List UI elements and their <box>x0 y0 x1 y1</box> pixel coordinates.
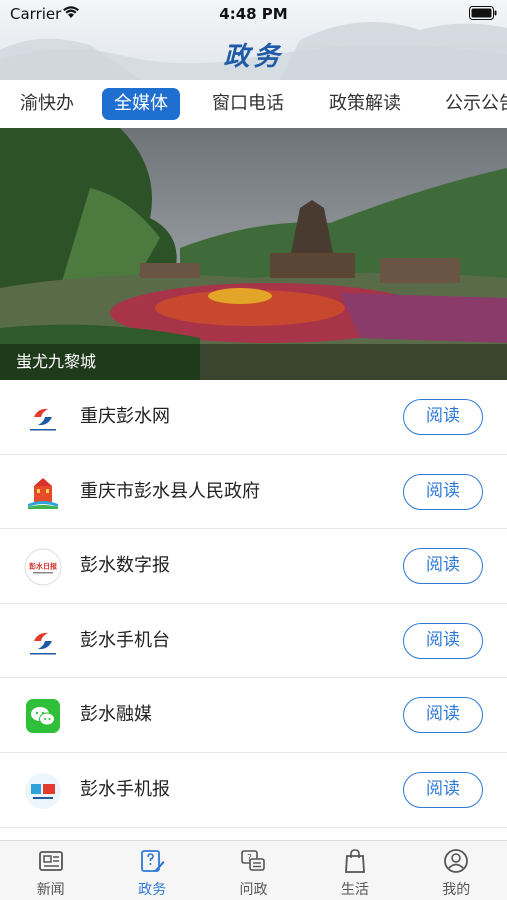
tabbar-label: 问政 <box>239 882 268 898</box>
government-building-logo <box>24 473 62 512</box>
list-item[interactable]: 重庆市彭水县人民政府 阅读 <box>0 454 507 530</box>
tabbar-label: 我的 <box>442 882 471 898</box>
item-name: 彭水手机台 <box>80 629 170 651</box>
read-button[interactable]: 阅读 <box>403 771 483 808</box>
tab-public-notice[interactable]: 公示公告 <box>445 88 507 120</box>
media-list: 重庆彭水网 阅读 重庆市彭水县人民政府 阅读 彭水日报 彭水数字报 阅读 彭水手… <box>0 380 507 828</box>
tabbar-label: 生活 <box>340 882 369 898</box>
header: Carrier 4:48 PM 政务 <box>0 0 507 80</box>
item-name: 重庆市彭水县人民政府 <box>80 480 260 502</box>
tab-policy-interpretation[interactable]: 政策解读 <box>329 88 401 120</box>
pengshui-daily-logo: 彭水日报 <box>24 548 62 586</box>
tabbar-item-government[interactable]: 政务 <box>101 841 202 900</box>
wechat-logo <box>26 699 60 734</box>
read-button[interactable]: 阅读 <box>403 399 483 435</box>
battery-icon <box>469 6 497 20</box>
list-item[interactable]: 重庆彭水网 阅读 <box>0 380 507 455</box>
item-name: 彭水数字报 <box>80 555 170 577</box>
item-name: 彭水融媒 <box>80 704 152 726</box>
read-button[interactable]: 阅读 <box>403 548 483 585</box>
page-title: 政务 <box>223 42 284 72</box>
list-item[interactable]: 彭水手机报 阅读 <box>0 752 507 828</box>
tab-all-media[interactable]: 全媒体 <box>102 88 180 120</box>
banner-carousel[interactable]: 蚩尤九黎城 <box>0 128 507 380</box>
tab-window-phone[interactable]: 窗口电话 <box>212 88 284 120</box>
chat-question-icon: ? <box>241 850 266 871</box>
read-button[interactable]: 阅读 <box>403 697 483 734</box>
tabbar-item-news[interactable]: 新闻 <box>0 841 101 900</box>
bottom-tab-bar: 新闻 政务 ? 问政 生活 我的 <box>0 840 507 900</box>
category-tabs: 渝快办 全媒体 窗口电话 政策解读 公示公告 <box>0 80 507 128</box>
pengshui-mobile-tv-logo <box>24 622 62 661</box>
tabbar-item-inquiry[interactable]: ? 问政 <box>203 841 304 900</box>
banner-caption: 蚩尤九黎城 <box>0 344 507 380</box>
banner-image <box>0 128 507 380</box>
list-item[interactable]: 彭水日报 彭水数字报 阅读 <box>0 529 507 604</box>
list-item[interactable]: 彭水手机台 阅读 <box>0 603 507 679</box>
pengshui-mobile-news-logo <box>25 772 61 809</box>
user-icon <box>444 849 469 873</box>
read-button[interactable]: 阅读 <box>403 622 483 659</box>
tabbar-label: 新闻 <box>36 882 65 898</box>
tabbar-label: 政务 <box>138 882 167 898</box>
pengshui-net-logo <box>24 399 62 437</box>
item-name: 彭水手机报 <box>80 778 170 800</box>
tabbar-item-mine[interactable]: 我的 <box>406 841 507 900</box>
clock: 4:48 PM <box>219 5 288 23</box>
list-item[interactable]: 彭水融媒 阅读 <box>0 678 507 753</box>
shopping-bag-icon <box>344 849 365 873</box>
svg-text:彭水日报: 彭水日报 <box>29 562 58 571</box>
status-bar: Carrier 4:48 PM <box>0 0 507 28</box>
newspaper-icon <box>38 851 63 871</box>
tab-yukuaiban[interactable]: 渝快办 <box>20 88 74 120</box>
tabbar-item-life[interactable]: 生活 <box>304 841 405 900</box>
edit-document-icon <box>141 850 165 872</box>
read-button[interactable]: 阅读 <box>403 473 483 510</box>
item-name: 重庆彭水网 <box>80 406 170 427</box>
